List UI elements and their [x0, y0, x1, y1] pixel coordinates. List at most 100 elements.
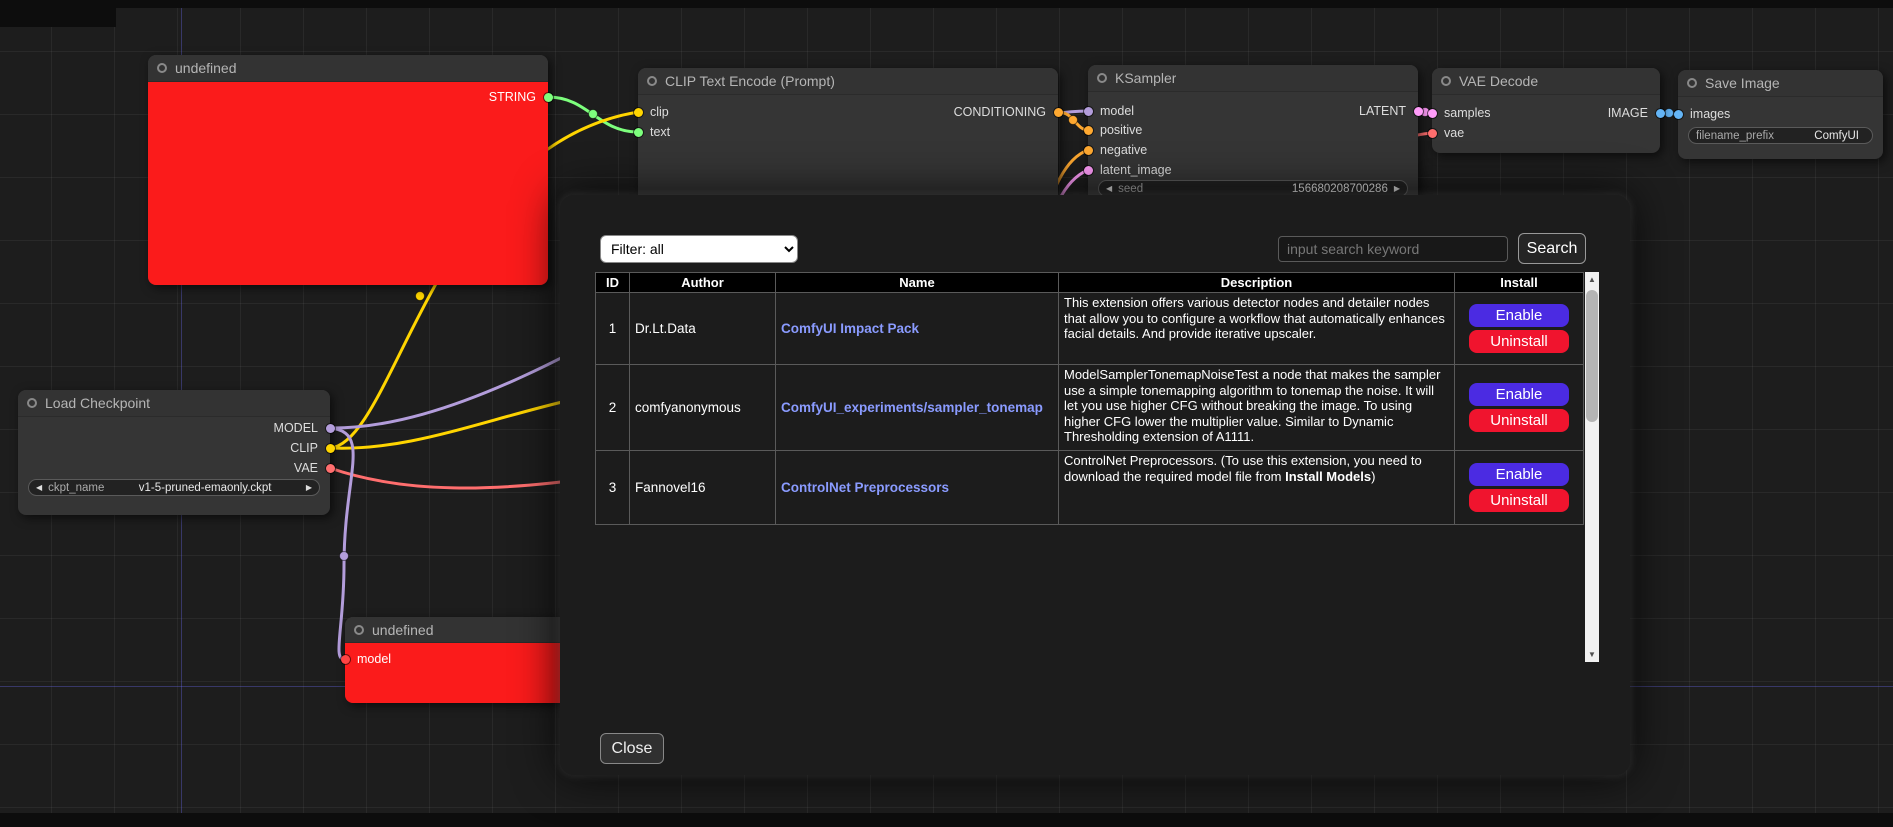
node-save-image[interactable]: Save Image images filename_prefix ComfyU…: [1678, 70, 1883, 159]
table-scrollbar[interactable]: ▲ ▼: [1585, 272, 1599, 662]
output-port-string[interactable]: [544, 93, 553, 102]
output-label-clip: CLIP: [290, 441, 318, 455]
collapse-dot-icon[interactable]: [354, 625, 364, 635]
scrollbar-thumb[interactable]: [1586, 290, 1598, 422]
search-input[interactable]: [1278, 236, 1508, 262]
node-header[interactable]: VAE Decode: [1432, 68, 1660, 95]
node-vae-decode[interactable]: VAE Decode samples vae IMAGE: [1432, 68, 1660, 153]
row-description: ModelSamplerTonemapNoiseTest a node that…: [1059, 365, 1455, 451]
input-port-latent-image[interactable]: [1084, 166, 1093, 175]
extension-link[interactable]: ControlNet Preprocessors: [781, 480, 949, 495]
row-id: 2: [596, 365, 630, 451]
filename-prefix-widget[interactable]: filename_prefix ComfyUI: [1688, 127, 1873, 144]
wire-dot-conditioning: [1069, 116, 1078, 125]
scrollbar-down-icon[interactable]: ▼: [1585, 647, 1599, 662]
node-load-checkpoint[interactable]: Load Checkpoint MODEL CLIP VAE ◀ ckpt_na…: [18, 390, 330, 515]
output-port-row: CONDITIONING: [638, 105, 1058, 119]
widget-decrement-icon[interactable]: ◀: [36, 484, 42, 492]
widget-decrement-icon[interactable]: ◀: [1106, 185, 1112, 193]
input-port-vae[interactable]: [1428, 129, 1437, 138]
output-port-row: IMAGE: [1432, 106, 1660, 120]
input-port-model[interactable]: [341, 655, 350, 664]
uninstall-button[interactable]: Uninstall: [1469, 409, 1569, 432]
output-label-conditioning: CONDITIONING: [954, 105, 1046, 119]
input-port-text[interactable]: [634, 128, 643, 137]
scrollbar-up-icon[interactable]: ▲: [1585, 272, 1599, 287]
extensions-table: ID Author Name Description Install 1 Dr.…: [595, 272, 1584, 525]
collapse-dot-icon[interactable]: [27, 398, 37, 408]
row-description: This extension offers various detector n…: [1059, 293, 1455, 365]
input-label-vae: vae: [1444, 126, 1464, 140]
widget-label: filename_prefix: [1696, 130, 1774, 142]
extension-link[interactable]: ComfyUI_experiments/sampler_tonemap: [781, 400, 1043, 415]
node-graph-canvas[interactable]: undefined STRING CLIP Text Encode (Promp…: [0, 0, 1893, 827]
widget-increment-icon[interactable]: ▶: [306, 484, 312, 492]
extension-link[interactable]: ComfyUI Impact Pack: [781, 321, 919, 336]
input-label-images: images: [1690, 107, 1730, 121]
wire-dot-image: [1665, 109, 1674, 118]
collapse-dot-icon[interactable]: [1441, 76, 1451, 86]
output-label-string: STRING: [489, 90, 536, 104]
input-port-row: text: [638, 125, 1058, 139]
enable-button[interactable]: Enable: [1469, 383, 1569, 406]
node-body-error: STRING: [148, 82, 548, 285]
output-label-model: MODEL: [274, 421, 318, 435]
wire-dot-model: [340, 552, 349, 561]
node-title: KSampler: [1115, 70, 1176, 86]
collapse-dot-icon[interactable]: [1097, 73, 1107, 83]
close-button[interactable]: Close: [600, 733, 664, 764]
input-port-row: images: [1678, 107, 1883, 121]
node-header[interactable]: KSampler: [1088, 65, 1418, 92]
collapse-dot-icon[interactable]: [157, 63, 167, 73]
widget-increment-icon[interactable]: ▶: [1394, 185, 1400, 193]
collapse-dot-icon[interactable]: [647, 76, 657, 86]
output-port-conditioning[interactable]: [1054, 108, 1063, 117]
node-header[interactable]: Save Image: [1678, 70, 1883, 97]
output-port-image[interactable]: [1656, 109, 1665, 118]
output-port-clip[interactable]: [326, 444, 335, 453]
row-install-cell: Enable Uninstall: [1455, 365, 1584, 451]
input-port-row: model: [345, 652, 575, 666]
ckpt-name-widget[interactable]: ◀ ckpt_name v1-5-pruned-emaonly.ckpt ▶: [28, 479, 320, 496]
node-body: samples vae IMAGE: [1432, 95, 1660, 153]
output-label-latent: LATENT: [1359, 104, 1406, 118]
output-label-vae: VAE: [294, 461, 318, 475]
widget-label: seed: [1118, 183, 1143, 195]
node-undefined-model[interactable]: undefined model: [345, 617, 575, 703]
custom-nodes-installer-dialog: Filter: all Search ID Author Name Descri…: [560, 195, 1630, 775]
input-label-text: text: [650, 125, 670, 139]
input-label-negative: negative: [1100, 143, 1147, 157]
widget-value: v1-5-pruned-emaonly.ckpt: [110, 482, 299, 494]
input-port-negative[interactable]: [1084, 146, 1093, 155]
collapse-dot-icon[interactable]: [1687, 78, 1697, 88]
input-port-row: positive: [1088, 123, 1418, 137]
node-title: Load Checkpoint: [45, 395, 150, 411]
search-button[interactable]: Search: [1518, 233, 1586, 264]
output-port-row: STRING: [148, 90, 548, 104]
row-install-cell: Enable Uninstall: [1455, 451, 1584, 525]
node-title: VAE Decode: [1459, 73, 1538, 89]
node-body: images filename_prefix ComfyUI: [1678, 97, 1883, 159]
uninstall-button[interactable]: Uninstall: [1469, 489, 1569, 512]
input-port-images[interactable]: [1674, 110, 1683, 119]
widget-value: ComfyUI: [1780, 130, 1859, 142]
input-label-positive: positive: [1100, 123, 1142, 137]
header-install: Install: [1455, 273, 1584, 293]
input-port-positive[interactable]: [1084, 126, 1093, 135]
row-author: comfyanonymous: [630, 365, 776, 451]
enable-button[interactable]: Enable: [1469, 304, 1569, 327]
node-header[interactable]: Load Checkpoint: [18, 390, 330, 417]
node-undefined-string[interactable]: undefined STRING: [148, 55, 548, 285]
node-header[interactable]: undefined: [148, 55, 548, 82]
node-header[interactable]: CLIP Text Encode (Prompt): [638, 68, 1058, 95]
wire-dot-string: [589, 110, 598, 119]
node-header[interactable]: undefined: [345, 617, 575, 643]
enable-button[interactable]: Enable: [1469, 463, 1569, 486]
output-port-row: MODEL: [18, 421, 330, 435]
filter-select[interactable]: Filter: all: [600, 235, 798, 263]
uninstall-button[interactable]: Uninstall: [1469, 330, 1569, 353]
output-port-model[interactable]: [326, 424, 335, 433]
output-port-vae[interactable]: [326, 464, 335, 473]
output-port-latent[interactable]: [1414, 107, 1423, 116]
input-label-model: model: [357, 652, 391, 666]
